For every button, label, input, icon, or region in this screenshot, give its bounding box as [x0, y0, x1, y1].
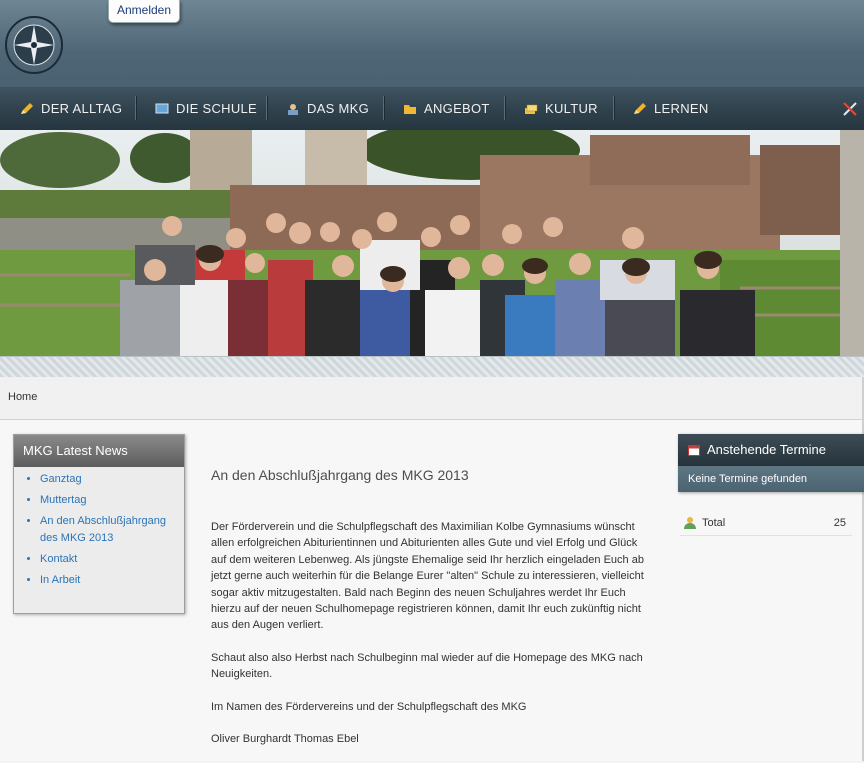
latest-news-list: Ganztag Muttertag An den Abschlußjahrgan…	[14, 467, 184, 589]
nav-item-der-alltag[interactable]: DER ALLTAG	[20, 87, 122, 130]
pencil-icon	[21, 102, 33, 114]
calendar-icon	[688, 444, 700, 456]
visitor-icon	[684, 517, 696, 529]
visitor-total-row: Total 25	[680, 511, 852, 536]
upcoming-events-title: Anstehende Termine	[707, 442, 827, 457]
nav-divider	[383, 96, 385, 120]
nav-divider	[266, 96, 268, 120]
breadcrumb-home-link[interactable]: Home	[8, 391, 37, 403]
latest-news-module: MKG Latest News Ganztag Muttertag An den…	[13, 434, 185, 614]
latest-news-title: MKG Latest News	[14, 435, 184, 467]
school-logo[interactable]	[4, 14, 64, 76]
decorative-strip	[0, 356, 864, 377]
main-navigation: DER ALLTAG DIE SCHULE DAS MKG ANGEBOT KU…	[0, 87, 864, 130]
nav-label: DER ALLTAG	[41, 101, 123, 116]
nav-item-angebot[interactable]: ANGEBOT	[403, 87, 490, 130]
nav-label: ANGEBOT	[424, 101, 490, 116]
article-paragraph: Der Förderverein und die Schulpflegschaf…	[211, 521, 644, 632]
nav-label: DAS MKG	[307, 101, 370, 116]
news-link-abschlussjahrgang[interactable]: An den Abschlußjahrgang des MKG 2013	[40, 513, 184, 547]
tools-icon[interactable]	[842, 101, 858, 117]
nav-label: DIE SCHULE	[176, 101, 258, 116]
news-link-in-arbeit[interactable]: In Arbeit	[40, 572, 184, 589]
nav-item-kultur[interactable]: KULTUR	[524, 87, 598, 130]
user-icon	[288, 103, 298, 115]
pencil-icon	[634, 102, 646, 114]
site-header: Anmelden	[0, 0, 864, 87]
monitor-icon	[155, 103, 169, 113]
nav-divider	[613, 96, 615, 120]
nav-divider	[135, 96, 137, 120]
stack-icon	[525, 104, 538, 114]
total-value: 25	[833, 517, 846, 529]
article-title: An den Abschlußjahrgang des MKG 2013	[211, 467, 469, 483]
breadcrumb: Home	[0, 377, 864, 420]
nav-item-die-schule[interactable]: DIE SCHULE	[155, 87, 257, 130]
total-label: Total	[702, 517, 726, 529]
news-link-ganztag[interactable]: Ganztag	[40, 471, 184, 488]
nav-item-lernen[interactable]: LERNEN	[633, 87, 709, 130]
article-paragraph: Im Namen des Fördervereins und der Schul…	[211, 700, 527, 713]
nav-divider	[504, 96, 506, 120]
news-link-kontakt[interactable]: Kontakt	[40, 551, 184, 568]
article-body: Der Förderverein und die Schulpflegschaf…	[211, 519, 651, 763]
nav-item-das-mkg[interactable]: DAS MKG	[286, 87, 369, 130]
group-photo	[0, 130, 864, 356]
article-paragraph: Schaut also also Herbst nach Schulbeginn…	[211, 651, 643, 681]
login-button[interactable]: Anmelden	[108, 0, 180, 23]
image-slider	[0, 130, 864, 356]
no-events-message: Keine Termine gefunden	[678, 466, 864, 492]
article-signature: Oliver Burghardt Thomas Ebel	[211, 733, 359, 746]
upcoming-events-module: Anstehende Termine Keine Termine gefunde…	[678, 434, 864, 492]
upcoming-events-header: Anstehende Termine	[678, 434, 864, 466]
nav-label: KULTUR	[545, 101, 598, 116]
nav-label: LERNEN	[654, 101, 709, 116]
folder-icon	[404, 104, 416, 114]
news-link-muttertag[interactable]: Muttertag	[40, 492, 184, 509]
